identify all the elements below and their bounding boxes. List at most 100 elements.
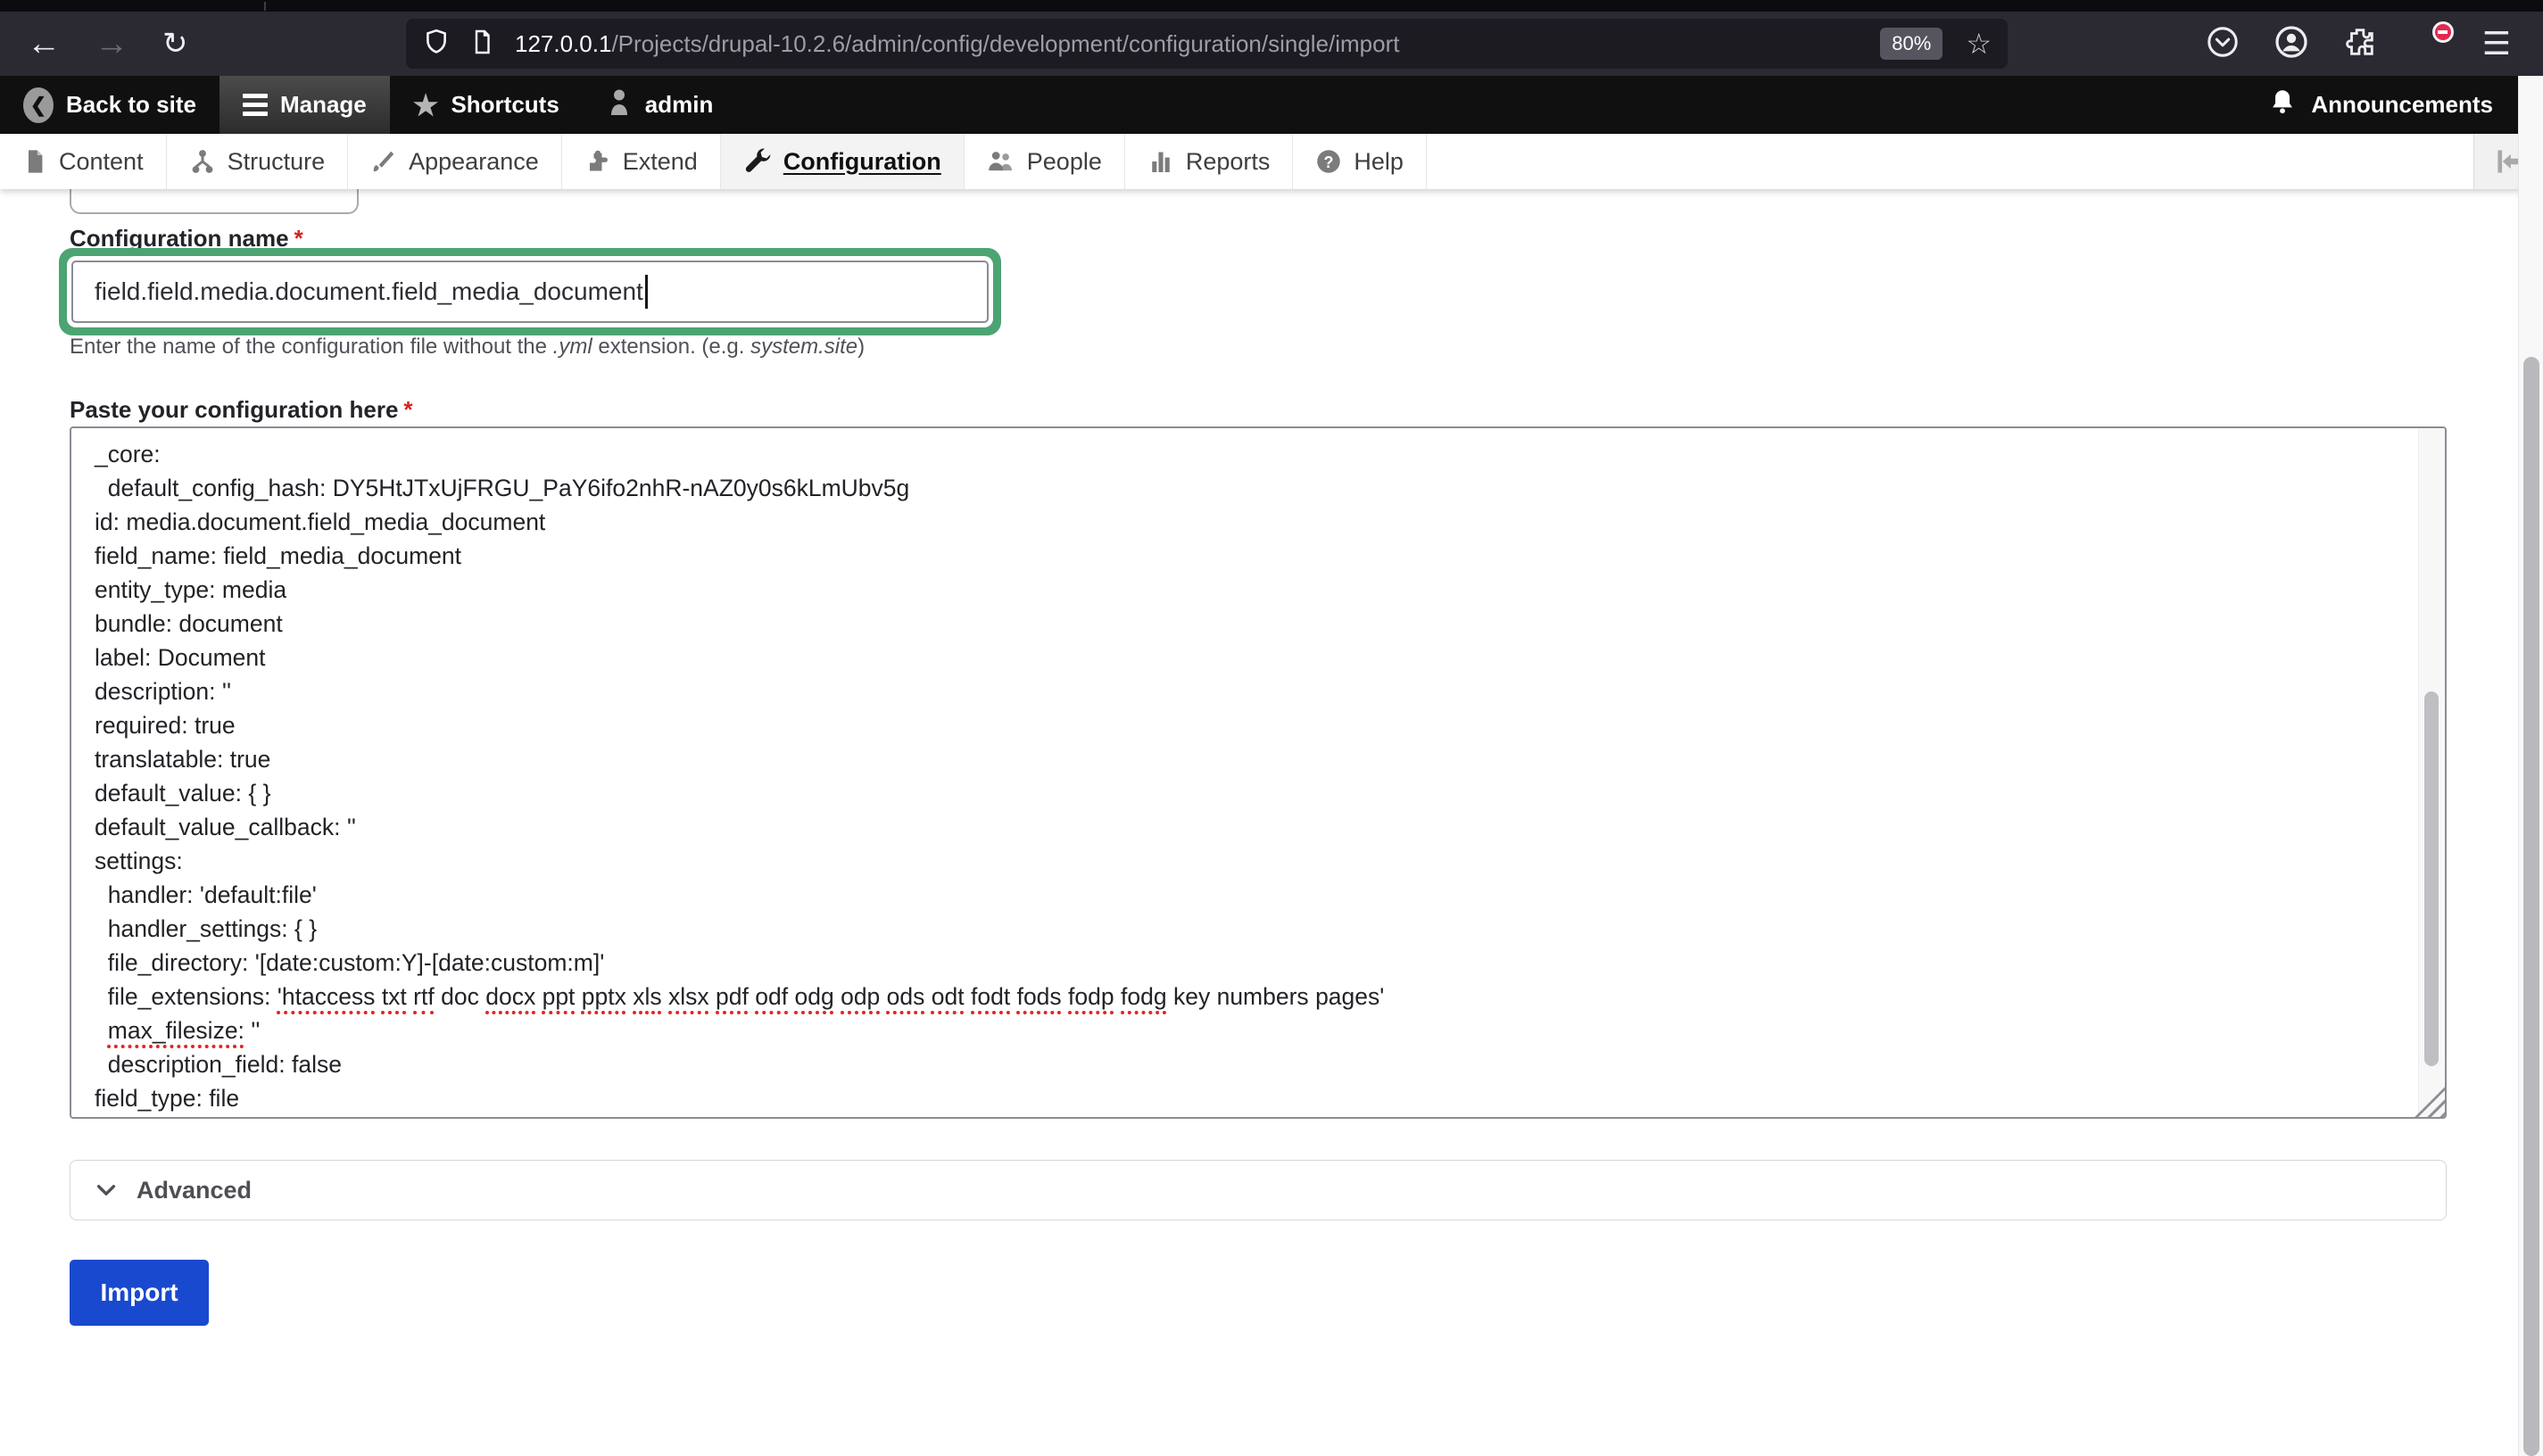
menu-label: People	[1027, 148, 1102, 176]
menu-label: Help	[1354, 148, 1404, 176]
menu-label: Reports	[1186, 148, 1271, 176]
menu-item-extend[interactable]: Extend	[562, 134, 721, 189]
yaml-content: _core: default_config_hash: DY5HtJTxUjFR…	[95, 437, 2382, 1115]
back-to-site-button[interactable]: ❮ Back to site	[0, 76, 220, 134]
extensions-icon[interactable]	[2343, 25, 2377, 63]
firefox-extension-icon[interactable]	[2411, 25, 2448, 62]
drupal-admin-menu: Content Structure Appearance Extend Conf…	[0, 134, 2543, 189]
yaml-line: file_directory: '[date:custom:Y]-[date:c…	[95, 946, 2382, 980]
chevron-down-icon	[94, 1178, 119, 1203]
blocked-badge-icon	[2432, 21, 2454, 43]
menu-item-content[interactable]: Content	[0, 134, 167, 189]
yaml-line: description_field: false	[95, 1047, 2382, 1081]
reload-icon[interactable]: ↻	[162, 29, 188, 59]
yaml-line: default_config_hash: DY5HtJTxUjFRGU_PaY6…	[95, 471, 2382, 505]
pocket-icon[interactable]	[2206, 25, 2240, 63]
back-to-site-label: Back to site	[66, 91, 196, 119]
yaml-line: description: ''	[95, 674, 2382, 708]
page-info-icon[interactable]	[468, 29, 495, 60]
scrolled-cutoff-element	[70, 189, 359, 214]
menu-item-help[interactable]: ? Help	[1293, 134, 1427, 189]
bar-chart-icon	[1147, 148, 1174, 175]
window-scrollbar-thumb[interactable]	[2523, 357, 2539, 1456]
textarea-scrollbar-thumb[interactable]	[2424, 691, 2439, 1066]
yaml-line: required: true	[95, 708, 2382, 742]
advanced-details-toggle[interactable]: Advanced	[70, 1160, 2447, 1220]
paste-configuration-label: Paste your configuration here*	[70, 396, 413, 424]
manage-menu-icon	[243, 94, 268, 116]
required-asterisk: *	[294, 225, 303, 252]
menu-item-configuration[interactable]: Configuration	[721, 134, 965, 189]
announcements-button[interactable]: Announcements	[2245, 76, 2543, 134]
configuration-textarea[interactable]: _core: default_config_hash: DY5HtJTxUjFR…	[70, 426, 2447, 1119]
bookmark-star-icon[interactable]: ☆	[1966, 29, 1992, 58]
yaml-line: file_extensions: 'htaccess txt rtf doc d…	[95, 980, 2382, 1013]
configuration-name-description: Enter the name of the configuration file…	[70, 335, 865, 360]
back-icon[interactable]: ←	[27, 27, 61, 61]
star-icon: ★	[413, 91, 439, 120]
import-button[interactable]: Import	[70, 1260, 209, 1326]
browser-toolbar: ← → ↻ 127.0.0.1/Projects/drupal-10.2.6/a…	[0, 12, 2543, 76]
sitemap-icon	[189, 148, 216, 175]
manage-label: Manage	[280, 91, 367, 119]
paintbrush-icon	[370, 148, 397, 175]
yaml-line: field_type: file	[95, 1081, 2382, 1115]
admin-user-tab[interactable]: admin	[583, 76, 737, 134]
wrench-icon	[743, 147, 772, 176]
url-host: 127.0.0.1	[515, 30, 611, 57]
yaml-line: translatable: true	[95, 742, 2382, 776]
shield-icon[interactable]	[422, 28, 451, 61]
forward-icon[interactable]: →	[95, 27, 128, 61]
yaml-line: bundle: document	[95, 607, 2382, 641]
required-asterisk: *	[403, 396, 412, 423]
menu-item-structure[interactable]: Structure	[167, 134, 349, 189]
puzzle-icon	[584, 148, 611, 175]
admin-label: admin	[645, 91, 714, 119]
bell-icon	[2268, 87, 2297, 122]
tab-divider	[264, 2, 266, 11]
yaml-line: handler_settings: { }	[95, 912, 2382, 946]
yaml-line: label: Document	[95, 641, 2382, 674]
question-icon: ?	[1315, 148, 1342, 175]
menu-item-people[interactable]: People	[965, 134, 1125, 189]
textarea-scrollbar[interactable]	[2418, 428, 2445, 1117]
menu-label: Content	[59, 148, 144, 176]
menu-item-reports[interactable]: Reports	[1125, 134, 1294, 189]
advanced-label: Advanced	[137, 1177, 252, 1204]
url-path: /Projects/drupal-10.2.6/admin/config/dev…	[611, 30, 1399, 57]
configuration-name-input[interactable]: field.field.media.document.field_media_d…	[71, 261, 989, 323]
manage-tab[interactable]: Manage	[220, 76, 390, 134]
yaml-line: default_value: { }	[95, 776, 2382, 810]
account-icon[interactable]	[2274, 24, 2309, 64]
url-text[interactable]: 127.0.0.1/Projects/drupal-10.2.6/admin/c…	[515, 30, 1400, 58]
file-icon	[22, 148, 47, 175]
import-configuration-page: Configuration name* field.field.media.do…	[0, 189, 2518, 1456]
configuration-name-value: field.field.media.document.field_media_d…	[95, 277, 643, 306]
menu-label: Structure	[228, 148, 326, 176]
address-bar[interactable]: 127.0.0.1/Projects/drupal-10.2.6/admin/c…	[406, 19, 2008, 69]
menu-label: Extend	[623, 148, 698, 176]
yaml-line: settings:	[95, 844, 2382, 878]
menu-label: Configuration	[783, 148, 941, 176]
users-icon	[987, 148, 1015, 175]
app-menu-icon[interactable]: ☰	[2482, 28, 2511, 60]
shortcuts-tab[interactable]: ★ Shortcuts	[390, 76, 583, 134]
yaml-line: handler: 'default:file'	[95, 878, 2382, 912]
announcements-label: Announcements	[2311, 91, 2493, 119]
yaml-line: entity_type: media	[95, 573, 2382, 607]
user-icon	[606, 87, 633, 123]
menu-item-appearance[interactable]: Appearance	[348, 134, 562, 189]
shortcuts-label: Shortcuts	[451, 91, 559, 119]
back-chevron-icon: ❮	[23, 87, 54, 123]
yaml-line: max_filesize: ''	[95, 1013, 2382, 1047]
browser-tab-strip	[0, 0, 2543, 12]
menu-label: Appearance	[409, 148, 539, 176]
yaml-line: field_name: field_media_document	[95, 539, 2382, 573]
window-scrollbar[interactable]	[2518, 76, 2543, 1456]
zoom-level-badge[interactable]: 80%	[1880, 28, 1942, 60]
yaml-line: id: media.document.field_media_document	[95, 505, 2382, 539]
drupal-admin-toolbar: ❮ Back to site Manage ★ Shortcuts admin …	[0, 76, 2543, 134]
yaml-line: _core:	[95, 437, 2382, 471]
svg-text:?: ?	[1324, 153, 1334, 171]
text-caret	[645, 275, 648, 309]
